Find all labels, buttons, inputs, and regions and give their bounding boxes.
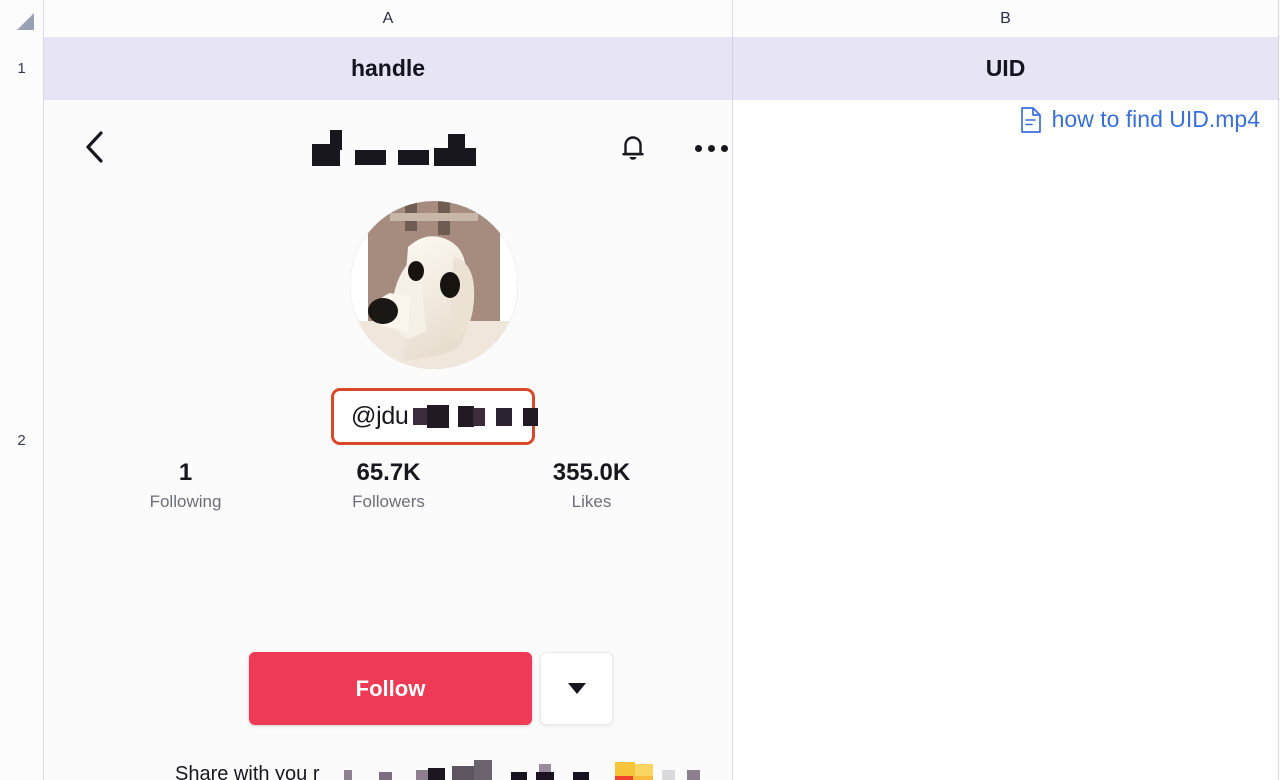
spreadsheet-grid: A B 1 handle UID 2 @jdu 1 Following 65.7… [0,0,1280,780]
chevron-left-icon[interactable] [78,128,112,166]
stat-value: 355.0K [552,459,631,486]
select-all-corner[interactable] [0,0,44,37]
ellipsis-dot [694,144,702,152]
redacted-title [312,128,476,168]
column-header-a[interactable]: A [44,0,733,37]
caret-down-icon [567,683,586,694]
sheet-row-2: 2 @jdu 1 Following 65.7K Followers 355.0… [0,100,1280,780]
cell-b2[interactable]: how to find UID.mp4 [733,100,1279,780]
redacted-bio-mosaic [175,760,700,780]
cell-b1[interactable]: UID [733,37,1279,100]
profile-app-bar [44,118,732,176]
column-header-row: A B [0,0,1280,37]
stat-label: Following [149,492,222,511]
handle-highlight-box[interactable]: @jdu [331,388,538,445]
cell-a2[interactable]: @jdu 1 Following 65.7K Followers 355.0K … [44,100,733,780]
uid-video-link-label: how to find UID.mp4 [1051,106,1260,132]
ellipsis-icon[interactable] [689,126,732,170]
handle-text: @jdu [351,402,409,430]
uid-video-link[interactable]: how to find UID.mp4 [733,106,1278,133]
profile-stats: 1 Following 65.7K Followers 355.0K Likes [84,458,693,516]
redacted-handle [411,404,538,430]
ellipsis-dot [720,144,728,152]
row-number-1[interactable]: 1 [0,37,44,100]
stat-following[interactable]: 1 Following [84,458,287,516]
tiktok-profile-screenshot: @jdu 1 Following 65.7K Followers 355.0K … [44,100,732,780]
follow-button[interactable]: Follow [249,652,532,725]
row-number-2[interactable]: 2 [0,100,44,780]
document-icon [1020,106,1042,133]
stat-value: 65.7K [356,459,421,486]
cell-a1[interactable]: handle [44,37,733,100]
profile-bio[interactable]: Share with you r [175,760,700,780]
profile-actions: Follow [249,652,613,725]
stat-label: Followers [352,492,425,511]
avatar[interactable] [350,201,518,369]
ellipsis-dot [707,144,715,152]
stat-value: 1 [178,459,193,486]
column-header-b[interactable]: B [733,0,1279,37]
select-all-triangle-icon [17,13,34,30]
stat-likes[interactable]: 355.0K Likes [490,458,693,516]
bell-icon[interactable] [612,126,654,170]
stat-followers[interactable]: 65.7K Followers [287,458,490,516]
follow-dropdown-button[interactable] [540,652,613,725]
stat-label: Likes [571,492,612,511]
sheet-row-1: 1 handle UID [0,37,1280,100]
